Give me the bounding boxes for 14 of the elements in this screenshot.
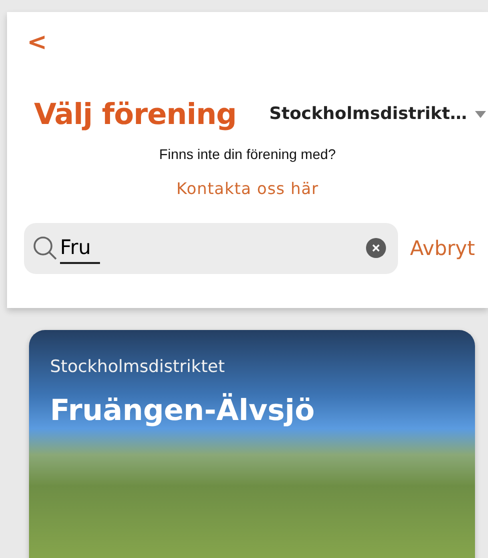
cancel-button[interactable]: Avbryt: [410, 233, 475, 264]
association-name: Fruängen-Älvsjö: [50, 392, 315, 428]
prompt-text: Finns inte din förening med?: [159, 144, 336, 164]
clear-icon[interactable]: [366, 238, 386, 258]
search-field[interactable]: Fru: [24, 222, 398, 274]
district-name: Stockholmsdistriktet: [50, 356, 225, 379]
contact-link[interactable]: Kontakta oss här: [176, 176, 319, 201]
back-button[interactable]: <: [27, 30, 48, 54]
dropdown-caret-icon: [475, 110, 486, 118]
search-icon: [32, 235, 58, 262]
page-title: Välj förening: [34, 97, 236, 132]
district-dropdown[interactable]: Stockholmsdistrikt…: [269, 102, 486, 128]
association-card[interactable]: Stockholmsdistriktet Fruängen-Älvsjö: [29, 330, 475, 558]
search-input[interactable]: Fru: [60, 232, 100, 264]
